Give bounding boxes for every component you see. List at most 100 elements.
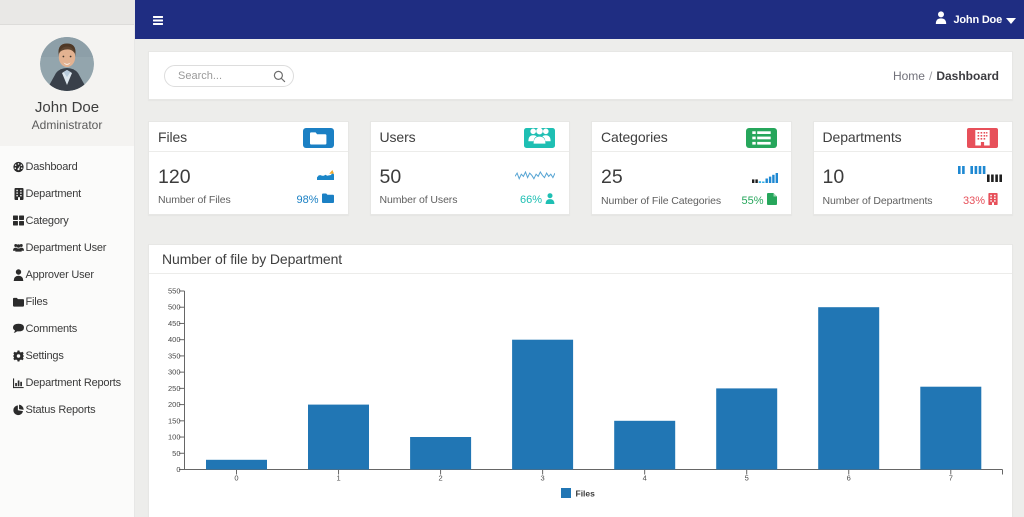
breadcrumb: Home / Dashboard [893,69,999,83]
pie-chart-icon [13,403,24,416]
svg-text:5: 5 [745,474,749,483]
sidebar-item-label: Comments [25,322,78,335]
sidebar-item-label: Settings [25,349,64,362]
top-navbar: John Doe [135,0,1024,39]
main-content: Home/Dashboard Files120Number of Files98… [135,39,1024,517]
stat-sparkline [958,165,1002,187]
stat-sparkline [316,167,334,185]
stat-label: Number of Departments [822,194,933,207]
dashboard-icon [13,160,24,173]
stat-label: Number of Files [158,193,231,206]
svg-text:6: 6 [847,474,851,483]
svg-text:500: 500 [168,303,181,312]
sidebar-item-comments[interactable]: Comments [0,315,134,342]
search-input[interactable] [165,69,261,82]
sidebar-item-approver-user[interactable]: Approver User [0,261,134,288]
caret-down-icon [1006,11,1016,29]
sidebar-item-category[interactable]: Category [0,207,134,234]
stat-percent-value: 98% [296,193,319,206]
chart-card: Number of file by Department 0 50 100 150 20… [148,244,1013,517]
stat-card-header: Categories [592,122,791,152]
user-dropdown[interactable]: John Doe [935,10,1016,29]
chart-title: Number of file by Department [162,251,343,267]
sidebar-item-label: Files [25,295,48,308]
stat-card-files: Files 120 Number of Files 98% [148,121,349,215]
sidebar-item-dashboard[interactable]: Dashboard [0,153,134,180]
search-box [164,64,294,87]
sidebar-item-label: Department User [25,241,107,254]
stat-card-footer: Number of Departments 33% [823,193,999,208]
svg-text:0: 0 [176,465,180,474]
bar-chart-icon [13,376,24,389]
stat-sparkline [752,170,778,188]
svg-text:400: 400 [168,335,181,344]
stat-value: 25 [601,165,623,188]
stat-card-body: 50 Number of Users 66% [371,152,570,207]
stat-card-header: Users [370,122,569,154]
sidebar-item-files[interactable]: Files [0,288,134,315]
stat-title: Departments [822,128,902,145]
profile-role: Administrator [31,118,103,132]
stat-card-body: 25 Number of File Categories 55% [592,152,791,208]
th-large-icon [13,214,24,227]
svg-text:200: 200 [168,400,181,409]
sidebar-item-department-user[interactable]: Department User [0,234,134,261]
svg-text:100: 100 [168,433,181,442]
svg-text:7: 7 [949,474,953,483]
user-icon [935,10,947,29]
stat-card-body: 10 Number of Departments 33% [814,152,1013,208]
svg-text:0: 0 [234,474,238,483]
building-mini-icon [988,193,998,208]
gear-icon [13,349,24,362]
svg-text:550: 550 [168,287,181,296]
svg-text:3: 3 [541,474,545,483]
bars-icon [152,15,163,25]
sidebar-item-label: Status Reports [25,403,96,416]
svg-text:50: 50 [172,449,180,458]
sidebar: John Doe Administrator Dashboard Departme… [0,0,135,517]
sidebar-item-label: Category [25,214,69,227]
stat-card-header: Departments [813,122,1012,152]
svg-text:150: 150 [168,416,181,425]
sidebar-profile: John Doe Administrator [0,25,134,146]
stat-card-header: Files [149,122,348,152]
breadcrumb-current: Dashboard [936,68,999,83]
sidebar-item-settings[interactable]: Settings [0,342,134,369]
sidebar-item-label: Department [25,187,82,200]
search-icon[interactable] [273,70,286,83]
svg-text:2: 2 [438,474,442,483]
svg-text:1: 1 [336,474,340,483]
stat-title: Categories [601,128,668,145]
breadcrumb-separator: / [928,68,933,83]
stat-percent: 98% [296,193,334,206]
folder-chip-icon [302,123,334,154]
stat-percent: 55% [741,193,777,208]
stat-value: 120 [158,165,191,188]
stat-card-categories: Categories 25 Number of File Categories 55% [591,121,792,215]
stat-percent: 33% [963,193,998,208]
search-bar-card: Home/Dashboard [148,51,1013,100]
stat-percent-value: 55% [741,194,764,207]
sidebar-header-strip [0,0,134,25]
svg-text:450: 450 [168,319,181,328]
menu-toggle-button[interactable] [152,15,163,25]
stat-percent: 66% [520,193,555,207]
stat-card-departments: Departments 10 Number of Departments 33% [812,121,1013,215]
svg-text:350: 350 [168,351,181,360]
sidebar-menu: Dashboard Department Category Department Us… [0,153,134,423]
sidebar-item-department[interactable]: Department [0,180,134,207]
users-chip-icon [524,123,555,154]
svg-text:300: 300 [168,368,181,377]
chart-card-header: Number of file by Department [149,245,1012,274]
avatar [40,37,94,91]
sidebar-item-department-reports[interactable]: Department Reports [0,369,134,396]
sidebar-item-status-reports[interactable]: Status Reports [0,396,134,423]
breadcrumb-home[interactable]: Home [893,69,925,83]
folder-icon [13,295,24,308]
stat-label: Number of File Categories [601,194,722,207]
stat-card-body: 120 Number of Files 98% [149,152,348,206]
stat-title: Users [379,128,416,145]
svg-text:4: 4 [643,474,647,483]
building-icon [13,187,24,200]
stat-cards-row: Files 120 Number of Files 98% Users 50 Number … [148,121,1013,215]
